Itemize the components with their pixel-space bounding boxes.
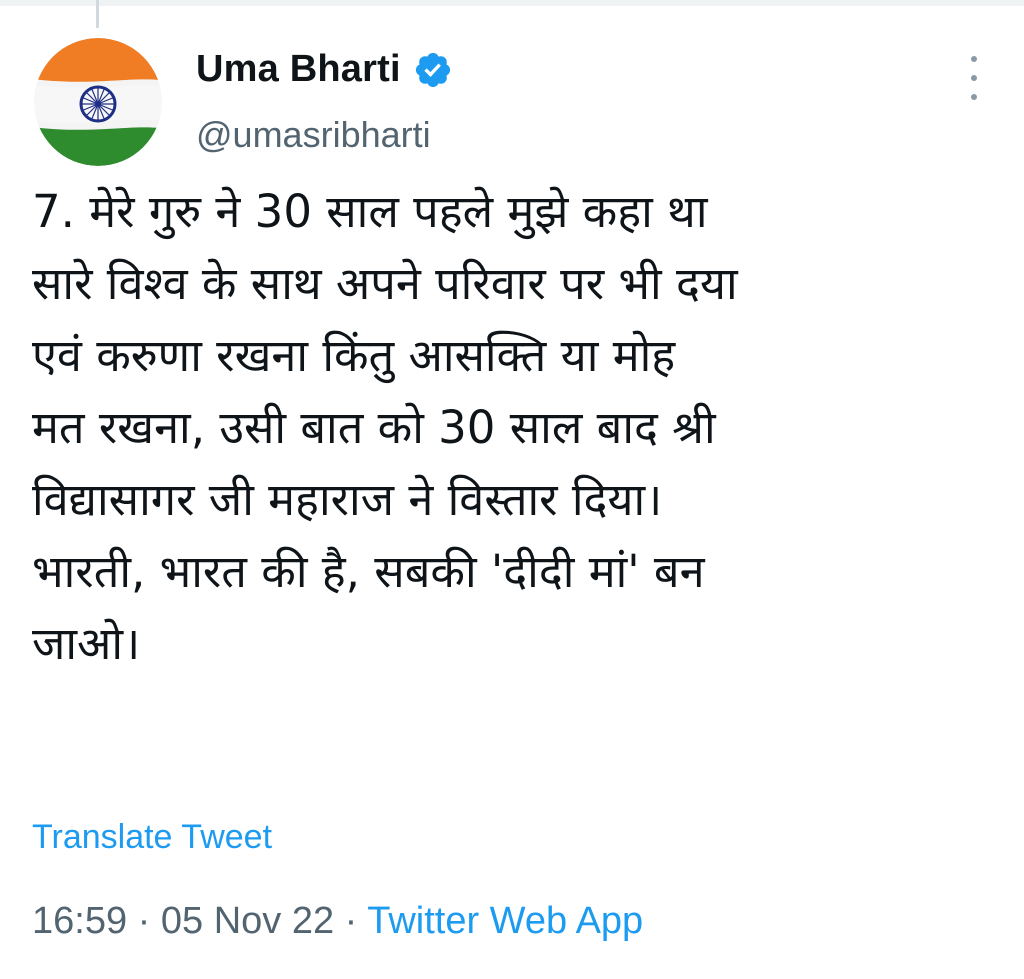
tweet-text: 7. मेरे गुरु ने 30 साल पहले मुझे कहा था …: [32, 185, 738, 670]
thread-connector-line: [96, 0, 99, 28]
top-divider: [0, 0, 1024, 6]
tweet-metadata: 16:59 · 05 Nov 22 · Twitter Web App: [32, 900, 643, 943]
translate-tweet-link[interactable]: Translate Tweet: [32, 818, 272, 857]
author-handle[interactable]: @umasribharti: [196, 114, 431, 156]
more-dot: [971, 75, 977, 81]
verified-badge-icon: [413, 50, 453, 90]
more-options-icon[interactable]: [954, 56, 994, 100]
tweet-date[interactable]: 05 Nov 22: [161, 900, 334, 942]
meta-separator: ·: [127, 900, 161, 942]
avatar[interactable]: [34, 38, 162, 166]
author-name-row[interactable]: Uma Bharti: [196, 48, 453, 91]
more-dot: [971, 94, 977, 100]
meta-separator: ·: [334, 900, 368, 942]
more-dot: [971, 56, 977, 62]
indian-flag-avatar-icon: [34, 38, 162, 166]
tweet-time[interactable]: 16:59: [32, 900, 127, 942]
author-name[interactable]: Uma Bharti: [196, 48, 401, 91]
tweet-source-link[interactable]: Twitter Web App: [367, 900, 643, 942]
